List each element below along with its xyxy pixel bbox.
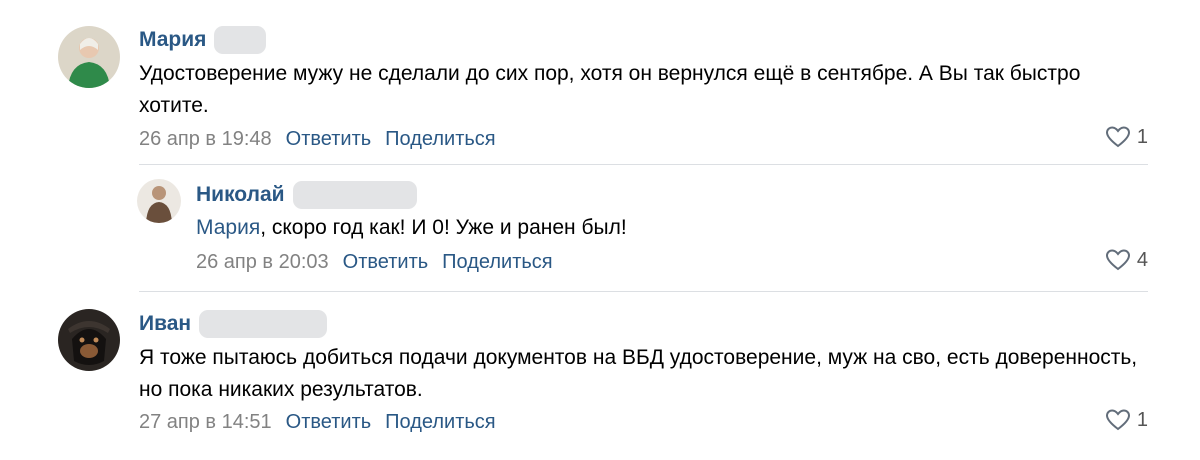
comment-author[interactable]: Николай: [196, 182, 285, 208]
comment-date[interactable]: 26 апр в 20:03: [196, 249, 329, 275]
comment-author[interactable]: Мария: [139, 27, 206, 53]
like-button[interactable]: 4: [1105, 248, 1148, 272]
mention-link[interactable]: Мария: [196, 216, 260, 239]
avatar[interactable]: [137, 179, 181, 223]
reply-button[interactable]: Ответить: [343, 249, 429, 275]
heart-outline-icon: [1105, 249, 1130, 271]
comment-text: Удостоверение мужу не сделали до сих пор…: [139, 62, 1081, 117]
heart-outline-icon: [1105, 126, 1130, 148]
like-count: 4: [1136, 248, 1148, 271]
user-avatar-photo-icon: [58, 26, 120, 88]
redacted-surname: [214, 26, 267, 54]
divider: [139, 291, 1148, 292]
comment-date[interactable]: 27 апр в 14:51: [139, 409, 272, 435]
dog-avatar-photo-icon: [58, 309, 120, 371]
share-button[interactable]: Поделиться: [385, 126, 495, 152]
like-button[interactable]: 1: [1105, 408, 1148, 432]
comment-body: , скоро год как! И 0! Уже и ранен был!: [260, 216, 627, 239]
comment-text: Я тоже пытаюсь добиться подачи документо…: [139, 346, 1138, 401]
like-count: 1: [1136, 125, 1148, 148]
comment-text: Мария, скоро год как! И 0! Уже и ранен б…: [196, 212, 1146, 244]
like-count: 1: [1136, 408, 1148, 431]
avatar[interactable]: [58, 26, 120, 88]
share-button[interactable]: Поделиться: [442, 249, 552, 275]
redacted-surname: [292, 181, 417, 209]
avatar[interactable]: [58, 309, 120, 371]
comment-author[interactable]: Иван: [139, 311, 191, 337]
heart-outline-icon: [1105, 409, 1130, 431]
comment-date[interactable]: 26 апр в 19:48: [139, 126, 272, 152]
reply-button[interactable]: Ответить: [286, 409, 372, 435]
reply-button[interactable]: Ответить: [286, 126, 372, 152]
share-button[interactable]: Поделиться: [385, 409, 495, 435]
divider: [139, 164, 1148, 165]
like-button[interactable]: 1: [1105, 125, 1148, 149]
redacted-surname: [199, 310, 328, 338]
user-avatar-photo-icon: [137, 179, 181, 223]
